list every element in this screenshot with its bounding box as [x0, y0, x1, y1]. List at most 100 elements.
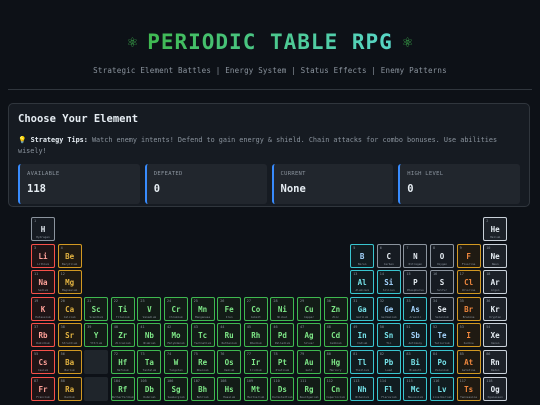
element-symbol: W — [173, 358, 179, 367]
element-card-cl[interactable]: 17 Cl Chlorine — [456, 270, 481, 295]
element-card-sr[interactable]: 38 Sr Strontium — [57, 323, 82, 348]
element-name: Zirconium — [115, 341, 131, 346]
element-card-pd[interactable]: 46 Pd Palladium — [270, 323, 295, 348]
element-card-cs[interactable]: 55 Cs Cesium — [31, 350, 55, 374]
element-card-ti[interactable]: 22 Ti Titanium — [110, 296, 135, 321]
element-card-at[interactable]: 85 At Astatine — [456, 350, 481, 374]
element-card-p[interactable]: 15 P Phosphorus — [403, 270, 428, 295]
atomic-number: 105 — [140, 378, 147, 383]
element-name: Osmium — [224, 368, 235, 372]
element-card-ga[interactable]: 31 Ga Gallium — [350, 296, 375, 321]
element-card-zr[interactable]: 40 Zr Zirconium — [110, 323, 135, 348]
element-card-mt[interactable]: 109 Mt Meitnerium — [243, 376, 268, 401]
element-card-cu[interactable]: 29 Cu Copper — [297, 296, 321, 321]
element-card-tc[interactable]: 43 Tc Technetium — [190, 323, 215, 348]
element-card-sg[interactable]: 106 Sg Seaborgium — [164, 376, 188, 401]
element-card-ir[interactable]: 77 Ir Iridium — [243, 350, 268, 374]
element-card-f[interactable]: 9 F Fluorine — [456, 243, 481, 268]
element-card-c[interactable]: 6 C Carbon — [376, 243, 401, 268]
element-symbol: Ar — [490, 278, 500, 288]
element-card-fe[interactable]: 26 Fe Iron — [217, 296, 242, 321]
element-card-kr[interactable]: 36 Kr Krypton — [483, 296, 508, 321]
element-card-ag[interactable]: 47 Ag Silver — [297, 323, 321, 348]
element-card-ni[interactable]: 28 Ni Nickel — [270, 296, 295, 321]
element-card-ru[interactable]: 44 Ru Ruthenium — [217, 323, 242, 348]
element-card-ba[interactable]: 56 Ba Barium — [57, 350, 82, 374]
element-card-bh[interactable]: 107 Bh Bohrium — [190, 376, 215, 401]
element-card-cr[interactable]: 24 Cr Chromium — [164, 296, 188, 321]
element-card-be[interactable]: 4 Be Beryllium — [57, 243, 82, 268]
element-card-rn[interactable]: 86 Rn Radon — [483, 350, 508, 374]
stat-value: 0 — [153, 182, 161, 195]
element-card-re[interactable]: 75 Re Rhenium — [190, 350, 215, 374]
element-card-si[interactable]: 14 Si Silicon — [376, 270, 401, 295]
element-card-b[interactable]: 5 B Boron — [350, 243, 375, 268]
element-card-zn[interactable]: 30 Zn Zinc — [323, 296, 348, 321]
element-card-rh[interactable]: 45 Rh Rhodium — [243, 323, 268, 348]
atomic-number: 7 — [406, 245, 409, 250]
element-card-cd[interactable]: 48 Cd Cadmium — [323, 323, 348, 348]
element-card-v[interactable]: 23 V Vanadium — [137, 296, 162, 321]
element-card-li[interactable]: 3 Li Lithium — [31, 243, 55, 268]
element-card-fl[interactable]: 114 Fl Flerovium — [376, 376, 401, 401]
element-card-he[interactable]: 2 He Helium — [483, 217, 508, 241]
element-card-og[interactable]: 118 Og Oganesson — [483, 376, 508, 401]
element-card-mg[interactable]: 12 Mg Magnesium — [57, 270, 82, 295]
element-card-pb[interactable]: 82 Pb Lead — [376, 350, 401, 374]
element-card-y[interactable]: 39 Y Yttrium — [84, 323, 109, 348]
element-card-xe[interactable]: 54 Xe Xenon — [483, 323, 508, 348]
element-card-ar[interactable]: 18 Ar Argon — [483, 270, 508, 295]
title-row: ⚛ PERIODIC TABLE RPG ⚛ — [0, 30, 540, 54]
element-card-hg[interactable]: 80 Hg Mercury — [323, 350, 348, 374]
element-card-k[interactable]: 19 K Potassium — [31, 296, 55, 321]
element-card-hf[interactable]: 72 Hf Hafnium — [110, 350, 135, 374]
element-card-na[interactable]: 11 Na Sodium — [31, 270, 55, 295]
atomic-number: 33 — [406, 298, 411, 303]
element-card-h[interactable]: 1 H Hydrogen — [31, 217, 55, 241]
element-card-in[interactable]: 49 In Indium — [350, 323, 375, 348]
element-card-fr[interactable]: 87 Fr Francium — [31, 376, 55, 401]
element-card-sc[interactable]: 21 Sc Scandium — [84, 296, 109, 321]
element-name: Iron — [225, 314, 233, 319]
element-card-nh[interactable]: 113 Nh Nihonium — [350, 376, 375, 401]
element-card-ca[interactable]: 20 Ca Calcium — [57, 296, 82, 321]
element-card-po[interactable]: 84 Po Polonium — [430, 350, 454, 374]
element-card-hs[interactable]: 108 Hs Hassium — [217, 376, 242, 401]
element-card-s[interactable]: 16 S Sulfur — [430, 270, 454, 295]
element-card-w[interactable]: 74 W Tungsten — [164, 350, 188, 374]
element-card-rg[interactable]: 111 Rg Roentgenium — [297, 376, 321, 401]
element-card-os[interactable]: 76 Os Osmium — [217, 350, 242, 374]
element-card-nb[interactable]: 41 Nb Niobium — [137, 323, 162, 348]
element-card-cn[interactable]: 112 Cn Copernicium — [323, 376, 348, 401]
element-card-au[interactable]: 79 Au Gold — [297, 350, 321, 374]
element-card-db[interactable]: 105 Db Dubnium — [137, 376, 162, 401]
element-card-lv[interactable]: 116 Lv Livermorium — [430, 376, 454, 401]
element-card-rb[interactable]: 37 Rb Rubidium — [31, 323, 55, 348]
element-card-te[interactable]: 52 Te Tellurium — [430, 323, 454, 348]
element-card-ds[interactable]: 110 Ds Darmstadtium — [270, 376, 295, 401]
element-card-co[interactable]: 27 Co Cobalt — [243, 296, 268, 321]
element-card-al[interactable]: 13 Al Aluminum — [350, 270, 375, 295]
element-card-bi[interactable]: 83 Bi Bismuth — [403, 350, 428, 374]
element-card-ne[interactable]: 10 Ne Neon — [483, 243, 508, 268]
element-card-ta[interactable]: 73 Ta Tantalum — [137, 350, 162, 374]
element-card-br[interactable]: 35 Br Bromine — [456, 296, 481, 321]
element-card-ra[interactable]: 88 Ra Radium — [57, 376, 82, 401]
element-card-rf[interactable]: 104 Rf Rutherfordium — [110, 376, 135, 401]
element-card-sn[interactable]: 50 Sn Tin — [376, 323, 401, 348]
element-card-tl[interactable]: 81 Tl Thallium — [350, 350, 375, 374]
element-card-mo[interactable]: 42 Mo Molybdenum — [164, 323, 188, 348]
element-name: Silicon — [382, 288, 395, 293]
element-card-se[interactable]: 34 Se Selenium — [430, 296, 454, 321]
element-card-ge[interactable]: 32 Ge Germanium — [376, 296, 401, 321]
element-card-mn[interactable]: 25 Mn Manganese — [190, 296, 215, 321]
element-card-mc[interactable]: 115 Mc Moscovium — [403, 376, 428, 401]
element-card-sb[interactable]: 51 Sb Antimony — [403, 323, 428, 348]
element-card-as[interactable]: 33 As Arsenic — [403, 296, 428, 321]
atomic-number: 113 — [353, 378, 360, 383]
element-card-o[interactable]: 8 O Oxygen — [430, 243, 454, 268]
element-card-n[interactable]: 7 N Nitrogen — [403, 243, 428, 268]
element-card-ts[interactable]: 117 Ts Tennessine — [456, 376, 481, 401]
element-card-pt[interactable]: 78 Pt Platinum — [270, 350, 295, 374]
element-card-i[interactable]: 53 I Iodine — [456, 323, 481, 348]
